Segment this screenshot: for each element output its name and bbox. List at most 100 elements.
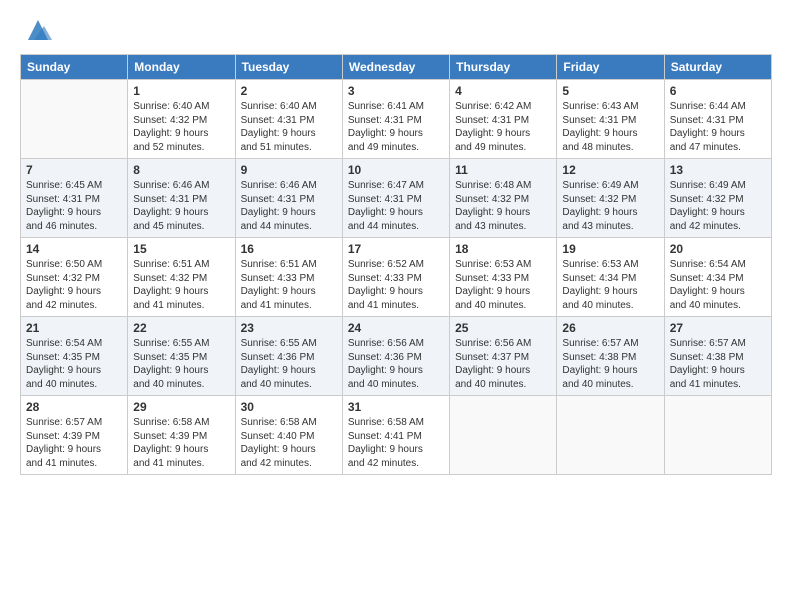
calendar-cell: 16 Sunrise: 6:51 AM Sunset: 4:33 PM Dayli… [235,238,342,317]
cell-date: 14 [26,242,122,256]
calendar-cell: 9Sunrise: 6:46 AM Sunset: 4:31 PM Daylig… [235,159,342,238]
cell-info: Sunrise: 6:51 AM Sunset: 4:33 PM Dayligh… [241,258,337,312]
cell-date: 4 [455,84,551,98]
calendar-cell: 28 Sunrise: 6:57 AM Sunset: 4:39 PM Dayli… [21,396,128,475]
cell-date: 3 [348,84,444,98]
cell-date: 2 [241,84,337,98]
calendar-cell: 3 Sunrise: 6:41 AM Sunset: 4:31 PM Daylig… [342,80,449,159]
cell-date: 20 [670,242,766,256]
cell-info: Sunrise: 6:49 AM Sunset: 4:32 PM Dayligh… [562,179,658,233]
calendar-cell: 8 Sunrise: 6:46 AM Sunset: 4:31 PM Daylig… [128,159,235,238]
cell-info: Sunrise: 6:45 AM Sunset: 4:31 PM Dayligh… [26,179,122,233]
calendar-cell: 29 Sunrise: 6:58 AM Sunset: 4:39 PM Dayli… [128,396,235,475]
day-header-thursday: Thursday [450,55,557,80]
day-header-monday: Monday [128,55,235,80]
cell-info: Sunrise: 6:40 AM Sunset: 4:32 PM Dayligh… [133,100,229,154]
calendar-cell: 31 Sunrise: 6:58 AM Sunset: 4:41 PM Dayli… [342,396,449,475]
cell-info: Sunrise: 6:46 AM Sunset: 4:31 PM Dayligh… [241,179,337,233]
cell-date: 22 [133,321,229,335]
calendar-cell [21,80,128,159]
calendar-cell [557,396,664,475]
cell-info: Sunrise: 6:41 AM Sunset: 4:31 PM Dayligh… [348,100,444,154]
cell-info: Sunrise: 6:54 AM Sunset: 4:35 PM Dayligh… [26,337,122,391]
calendar-cell: 19 Sunrise: 6:53 AM Sunset: 4:34 PM Dayli… [557,238,664,317]
cell-date: 26 [562,321,658,335]
week-row-5: 28 Sunrise: 6:57 AM Sunset: 4:39 PM Dayli… [21,396,772,475]
cell-date: 16 [241,242,337,256]
calendar-cell: 1 Sunrise: 6:40 AM Sunset: 4:32 PM Daylig… [128,80,235,159]
week-row-4: 21 Sunrise: 6:54 AM Sunset: 4:35 PM Dayli… [21,317,772,396]
cell-date: 24 [348,321,444,335]
cell-info: Sunrise: 6:57 AM Sunset: 4:39 PM Dayligh… [26,416,122,470]
calendar-cell: 17 Sunrise: 6:52 AM Sunset: 4:33 PM Dayli… [342,238,449,317]
calendar-cell: 22Sunrise: 6:55 AM Sunset: 4:35 PM Dayli… [128,317,235,396]
cell-date: 15 [133,242,229,256]
cell-date: 21 [26,321,122,335]
cell-info: Sunrise: 6:47 AM Sunset: 4:31 PM Dayligh… [348,179,444,233]
page: SundayMondayTuesdayWednesdayThursdayFrid… [0,0,792,612]
calendar-cell: 4 Sunrise: 6:42 AM Sunset: 4:31 PM Daylig… [450,80,557,159]
cell-date: 1 [133,84,229,98]
calendar-cell: 13 Sunrise: 6:49 AM Sunset: 4:32 PM Dayli… [664,159,771,238]
cell-date: 8 [133,163,229,177]
cell-info: Sunrise: 6:43 AM Sunset: 4:31 PM Dayligh… [562,100,658,154]
calendar-cell: 2 Sunrise: 6:40 AM Sunset: 4:31 PM Daylig… [235,80,342,159]
calendar-cell: 5 Sunrise: 6:43 AM Sunset: 4:31 PM Daylig… [557,80,664,159]
cell-date: 7 [26,163,122,177]
week-row-1: 1 Sunrise: 6:40 AM Sunset: 4:32 PM Daylig… [21,80,772,159]
cell-info: Sunrise: 6:46 AM Sunset: 4:31 PM Dayligh… [133,179,229,233]
cell-info: Sunrise: 6:42 AM Sunset: 4:31 PM Dayligh… [455,100,551,154]
cell-info: Sunrise: 6:49 AM Sunset: 4:32 PM Dayligh… [670,179,766,233]
calendar-cell [450,396,557,475]
cell-info: Sunrise: 6:56 AM Sunset: 4:37 PM Dayligh… [455,337,551,391]
day-header-tuesday: Tuesday [235,55,342,80]
cell-date: 17 [348,242,444,256]
calendar-cell: 27Sunrise: 6:57 AM Sunset: 4:38 PM Dayli… [664,317,771,396]
cell-date: 13 [670,163,766,177]
cell-date: 29 [133,400,229,414]
logo-icon [24,16,52,44]
calendar-cell: 23Sunrise: 6:55 AM Sunset: 4:36 PM Dayli… [235,317,342,396]
calendar-cell: 26 Sunrise: 6:57 AM Sunset: 4:38 PM Dayli… [557,317,664,396]
cell-date: 27 [670,321,766,335]
cell-info: Sunrise: 6:53 AM Sunset: 4:34 PM Dayligh… [562,258,658,312]
cell-info: Sunrise: 6:56 AM Sunset: 4:36 PM Dayligh… [348,337,444,391]
cell-date: 23 [241,321,337,335]
cell-date: 28 [26,400,122,414]
cell-date: 19 [562,242,658,256]
calendar-cell: 18 Sunrise: 6:53 AM Sunset: 4:33 PM Dayli… [450,238,557,317]
day-header-sunday: Sunday [21,55,128,80]
day-header-friday: Friday [557,55,664,80]
header-row: SundayMondayTuesdayWednesdayThursdayFrid… [21,55,772,80]
cell-info: Sunrise: 6:50 AM Sunset: 4:32 PM Dayligh… [26,258,122,312]
cell-info: Sunrise: 6:40 AM Sunset: 4:31 PM Dayligh… [241,100,337,154]
calendar-cell: 15 Sunrise: 6:51 AM Sunset: 4:32 PM Dayli… [128,238,235,317]
cell-info: Sunrise: 6:58 AM Sunset: 4:40 PM Dayligh… [241,416,337,470]
cell-date: 31 [348,400,444,414]
cell-info: Sunrise: 6:53 AM Sunset: 4:33 PM Dayligh… [455,258,551,312]
cell-date: 18 [455,242,551,256]
calendar-cell: 21 Sunrise: 6:54 AM Sunset: 4:35 PM Dayli… [21,317,128,396]
calendar-table: SundayMondayTuesdayWednesdayThursdayFrid… [20,54,772,475]
calendar-cell: 6Sunrise: 6:44 AM Sunset: 4:31 PM Daylig… [664,80,771,159]
header [20,16,772,44]
calendar-cell: 20 Sunrise: 6:54 AM Sunset: 4:34 PM Dayli… [664,238,771,317]
cell-date: 12 [562,163,658,177]
calendar-cell: 12 Sunrise: 6:49 AM Sunset: 4:32 PM Dayli… [557,159,664,238]
cell-info: Sunrise: 6:51 AM Sunset: 4:32 PM Dayligh… [133,258,229,312]
day-header-saturday: Saturday [664,55,771,80]
cell-date: 25 [455,321,551,335]
cell-date: 11 [455,163,551,177]
day-header-wednesday: Wednesday [342,55,449,80]
calendar-cell: 7 Sunrise: 6:45 AM Sunset: 4:31 PM Daylig… [21,159,128,238]
cell-info: Sunrise: 6:58 AM Sunset: 4:41 PM Dayligh… [348,416,444,470]
calendar-cell: 25 Sunrise: 6:56 AM Sunset: 4:37 PM Dayli… [450,317,557,396]
cell-info: Sunrise: 6:54 AM Sunset: 4:34 PM Dayligh… [670,258,766,312]
cell-info: Sunrise: 6:58 AM Sunset: 4:39 PM Dayligh… [133,416,229,470]
cell-info: Sunrise: 6:57 AM Sunset: 4:38 PM Dayligh… [562,337,658,391]
cell-info: Sunrise: 6:48 AM Sunset: 4:32 PM Dayligh… [455,179,551,233]
cell-date: 5 [562,84,658,98]
cell-info: Sunrise: 6:44 AM Sunset: 4:31 PM Dayligh… [670,100,766,154]
cell-info: Sunrise: 6:52 AM Sunset: 4:33 PM Dayligh… [348,258,444,312]
calendar-cell: 30Sunrise: 6:58 AM Sunset: 4:40 PM Dayli… [235,396,342,475]
